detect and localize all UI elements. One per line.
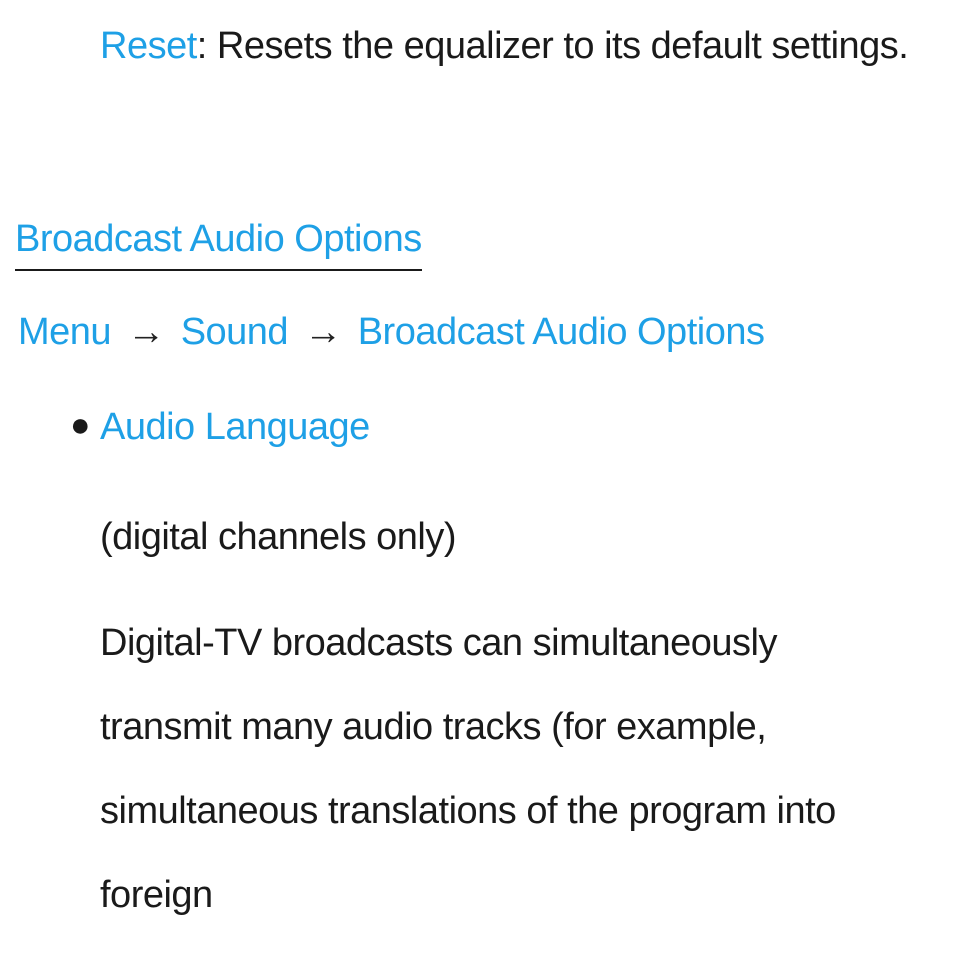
arrow-right-icon: → [304, 311, 342, 353]
item-note: (digital channels only) [100, 495, 904, 579]
arrow-right-icon: → [127, 311, 165, 353]
list-item: ● Audio Language [70, 406, 954, 449]
item-body: Digital-TV broadcasts can simultaneously… [100, 601, 894, 937]
manual-page: Reset: Resets the equalizer to its defau… [0, 0, 954, 937]
bullet-icon: ● [70, 406, 100, 444]
breadcrumb: Menu → Sound → Broadcast Audio Options [18, 311, 954, 354]
section: Broadcast Audio Options [0, 88, 954, 271]
breadcrumb-sound: Sound [181, 311, 288, 353]
breadcrumb-menu: Menu [18, 311, 111, 353]
section-heading: Broadcast Audio Options [15, 218, 422, 271]
breadcrumb-bao: Broadcast Audio Options [358, 311, 765, 353]
reset-description: : Resets the equalizer to its default se… [197, 25, 909, 67]
reset-definition: Reset: Resets the equalizer to its defau… [100, 4, 914, 88]
item-label: Audio Language [100, 406, 954, 449]
reset-term: Reset [100, 25, 197, 67]
